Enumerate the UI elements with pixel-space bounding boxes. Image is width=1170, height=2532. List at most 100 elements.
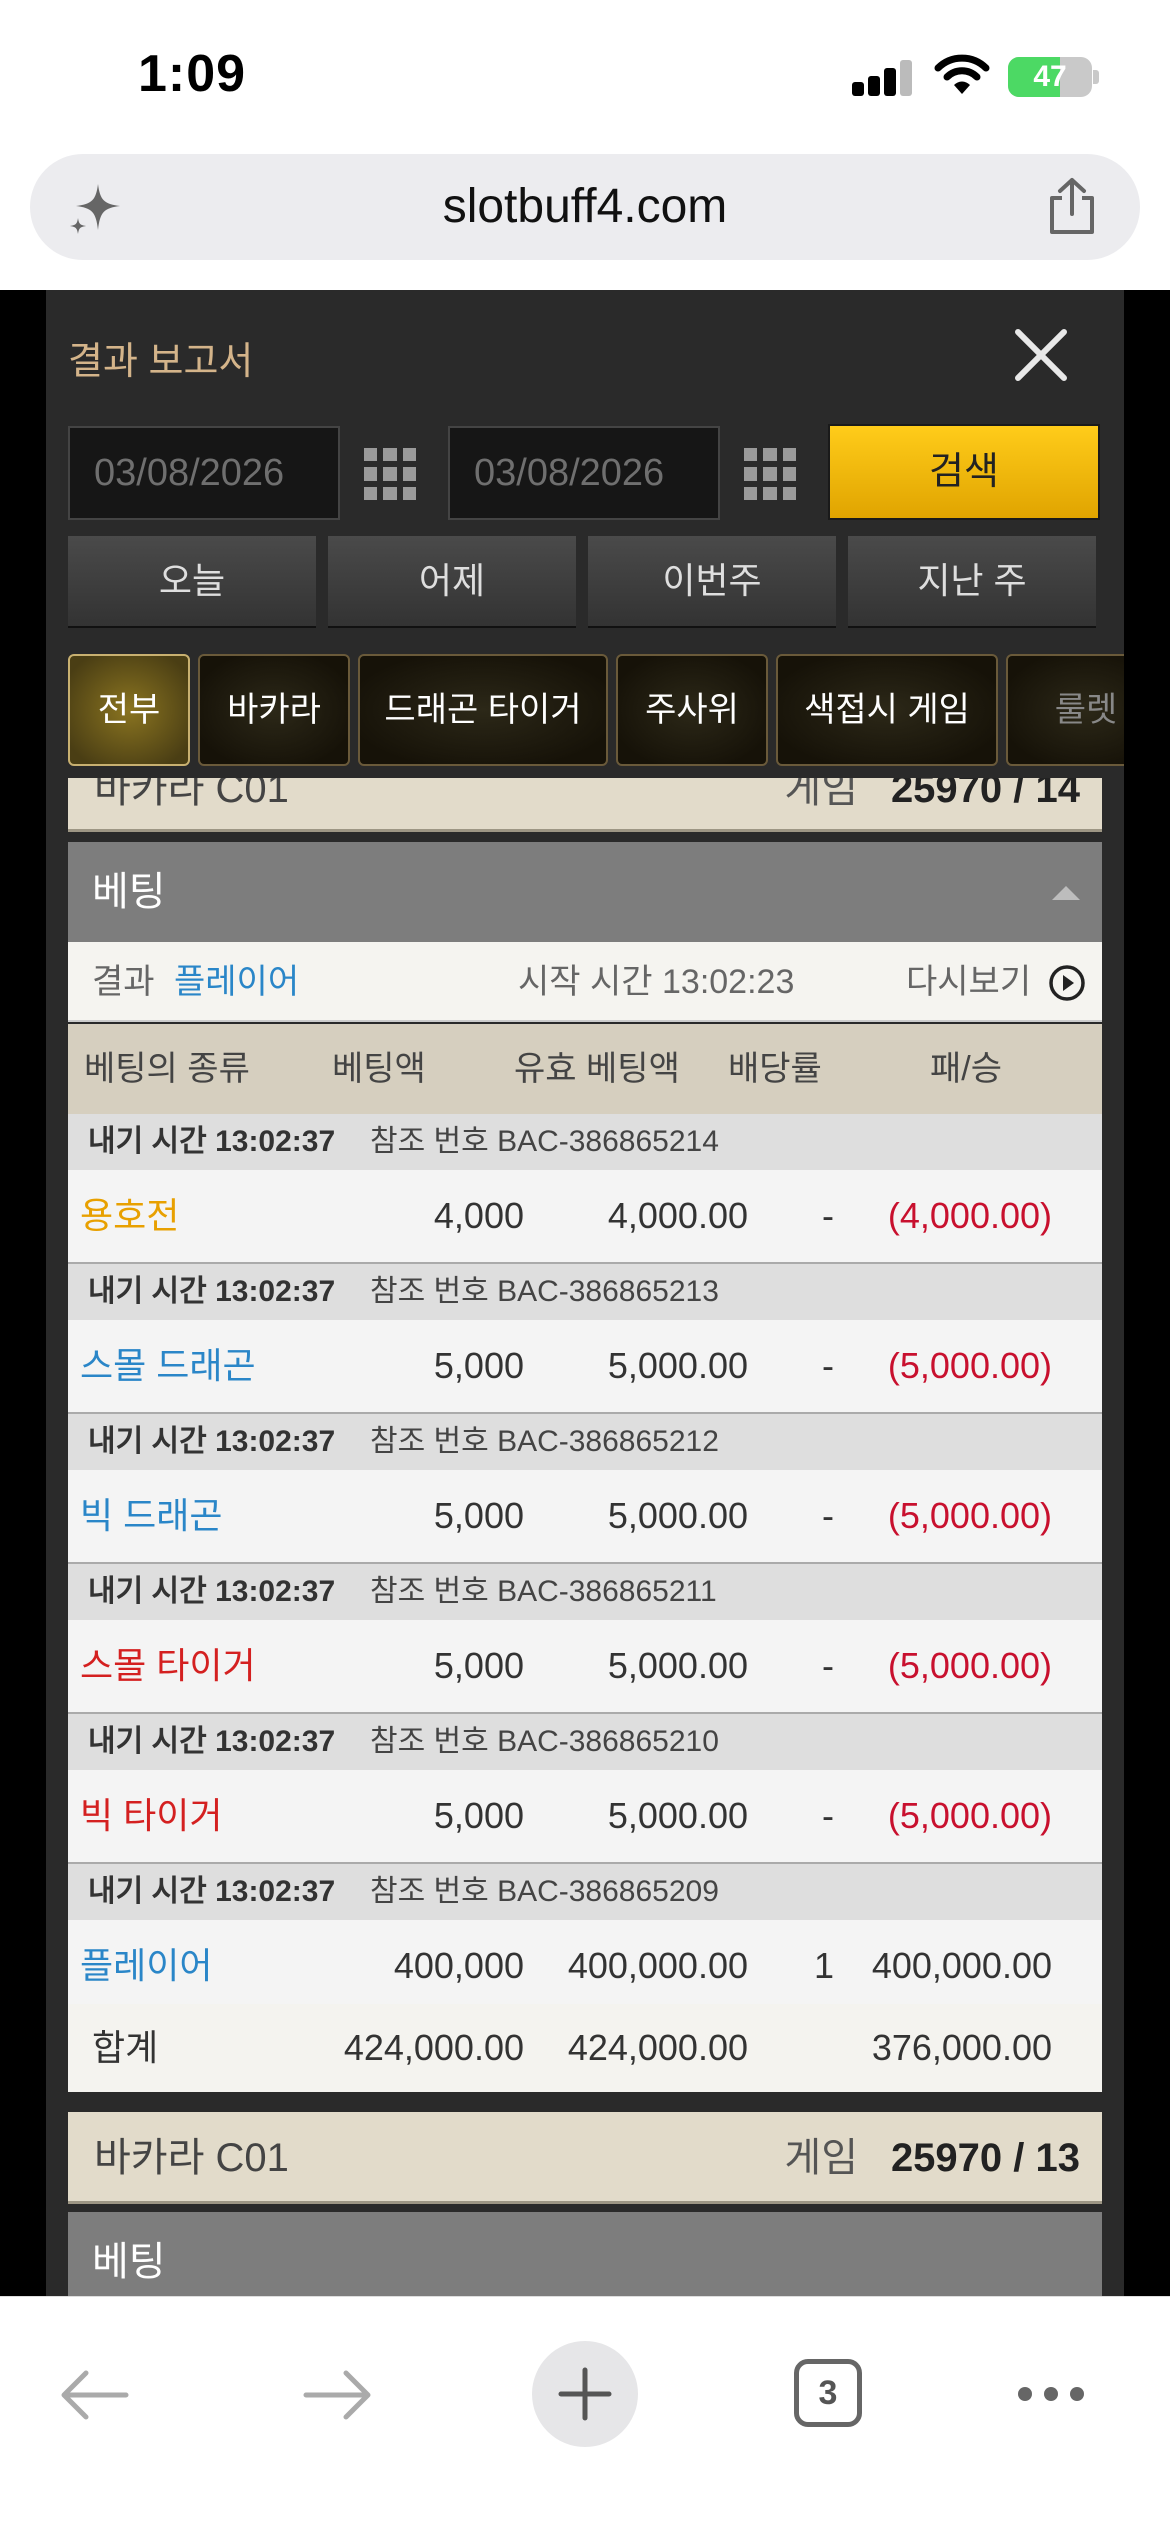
more-icon[interactable] [1016,2383,1086,2405]
col-valid-bet: 유효 베팅액 [514,1050,680,1088]
web-page: 결과 보고서 03/08/2026 03/08/2026 검색 오늘 어제 이번… [0,290,1170,2296]
bet-ref-number: 참조 번호 BAC-386865213 [370,1275,719,1308]
period-today-button[interactable]: 오늘 [68,536,316,628]
valid-bet: 5,000.00 [607,1645,748,1686]
date-to-input[interactable]: 03/08/2026 [448,426,720,520]
bet-time: 내기 시간 13:02:37 [88,1875,336,1908]
bet-ref-number: 참조 번호 BAC-386865214 [370,1125,719,1158]
new-tab-button[interactable] [532,2341,638,2447]
tab-color-dish[interactable]: 색접시 게임 [776,654,998,766]
bet-ref-row: 내기 시간 13:02:37 참조 번호 BAC-386865211 [68,1564,1102,1620]
valid-bet: 5,000.00 [607,1495,748,1536]
category-tabs: 전부 바카라 드래곤 타이거 주사위 색접시 게임 룰렛 [68,650,1124,768]
total-valid: 424,000.00 [567,2027,748,2068]
game-name: 바카라 C01 [94,778,289,811]
betting-section-title: 베팅 [92,870,166,914]
win-loss: (5,000.00) [887,1495,1052,1536]
tab-dragon-tiger[interactable]: 드래곤 타이거 [358,654,608,766]
betting-section-header[interactable]: 베팅 [68,842,1102,942]
share-icon[interactable] [1044,176,1100,236]
period-last-week-button[interactable]: 지난 주 [848,536,1096,628]
odds: - [822,1195,834,1236]
bet-type: 플레이어 [80,1945,213,1986]
bet-amount: 5,000 [433,1345,524,1386]
period-this-week-button[interactable]: 이번주 [588,536,836,628]
bet-time: 내기 시간 13:02:37 [88,1275,336,1308]
table-row: 스몰 드래곤 5,000 5,000.00 - (5,000.00) [68,1320,1102,1414]
table-row: 빅 타이거 5,000 5,000.00 - (5,000.00) [68,1770,1102,1864]
address-bar[interactable]: slotbuff4.com [30,154,1140,260]
game-label: 게임 [784,2136,858,2180]
tab-roulette[interactable]: 룰렛 [1006,654,1124,766]
result-report-modal: 결과 보고서 03/08/2026 03/08/2026 검색 오늘 어제 이번… [46,290,1124,2296]
bet-type: 빅 타이거 [80,1795,223,1836]
bet-ref-row: 내기 시간 13:02:37 참조 번호 BAC-386865212 [68,1414,1102,1470]
url-text[interactable]: slotbuff4.com [30,154,1140,260]
col-odds: 배당률 [728,1050,822,1088]
bet-ref-row: 내기 시간 13:02:37 참조 번호 BAC-386865210 [68,1714,1102,1770]
date-from-input[interactable]: 03/08/2026 [68,426,340,520]
report-content: 바카라 C01 게임 25970 / 14 베팅 결과 플레이어 시작 시간 1… [68,778,1102,2296]
game-name: 바카라 C01 [94,2136,289,2180]
browser-toolbar: 3 [0,2296,1170,2532]
tab-baccarat[interactable]: 바카라 [198,654,350,766]
total-row: 합계 424,000.00 424,000.00 376,000.00 [68,2004,1102,2092]
back-arrow-icon[interactable] [58,2369,130,2421]
valid-bet: 4,000.00 [607,1195,748,1236]
game-header: 바카라 C01 게임 25970 / 13 [68,2112,1102,2204]
bet-amount: 5,000 [433,1795,524,1836]
total-amount: 424,000.00 [343,2027,524,2068]
win-loss: 400,000.00 [871,1945,1052,1986]
cellular-signal-icon [852,60,914,96]
bet-ref-row: 내기 시간 13:02:37 참조 번호 BAC-386865214 [68,1114,1102,1170]
calendar-grid-icon[interactable] [364,448,416,500]
valid-bet: 5,000.00 [607,1795,748,1836]
status-time: 1:09 [138,45,247,103]
bet-type: 스몰 타이거 [80,1645,256,1686]
bet-type: 스몰 드래곤 [80,1345,256,1386]
caret-up-icon[interactable] [1052,886,1080,900]
betting-section-header[interactable]: 베팅 [68,2212,1102,2296]
plus-icon [558,2367,612,2421]
tab-all[interactable]: 전부 [68,654,190,766]
bet-time: 내기 시간 13:02:37 [88,1725,336,1758]
search-button[interactable]: 검색 [828,424,1100,520]
bet-ref-number: 참조 번호 BAC-386865210 [370,1725,719,1758]
bet-ref-number: 참조 번호 BAC-386865211 [370,1575,717,1608]
modal-title: 결과 보고서 [68,341,254,383]
bet-ref-number: 참조 번호 BAC-386865212 [370,1425,719,1458]
bet-type: 용호전 [80,1195,180,1236]
col-bet-amount: 베팅액 [332,1050,426,1088]
bet-ref-number: 참조 번호 BAC-386865209 [370,1875,719,1908]
calendar-grid-icon[interactable] [744,448,796,500]
tabs-button[interactable]: 3 [794,2359,862,2427]
odds: - [822,1645,834,1686]
play-circle-icon[interactable] [1048,964,1086,1002]
bet-amount: 5,000 [433,1645,524,1686]
total-result: 376,000.00 [871,2027,1052,2068]
betting-section-title: 베팅 [92,2240,166,2284]
wifi-icon [934,54,990,94]
period-yesterday-button[interactable]: 어제 [328,536,576,628]
game-number: 25970 / 14 [890,778,1080,811]
result-value: 플레이어 [174,963,300,1001]
status-bar: 1:09 47 [0,0,1170,150]
replay-link[interactable]: 다시보기 [906,942,1031,1022]
bet-time: 내기 시간 13:02:37 [88,1425,336,1458]
table-header: 베팅의 종류 베팅액 유효 베팅액 배당률 패/승 [68,1024,1102,1114]
win-loss: (5,000.00) [887,1345,1052,1386]
forward-arrow-icon[interactable] [302,2369,374,2421]
table-row: 용호전 4,000 4,000.00 - (4,000.00) [68,1170,1102,1264]
bet-time: 내기 시간 13:02:37 [88,1125,336,1158]
close-icon[interactable] [1006,320,1076,390]
game-number: 25970 / 13 [890,2136,1080,2180]
bet-amount: 5,000 [433,1495,524,1536]
bet-ref-row: 내기 시간 13:02:37 참조 번호 BAC-386865213 [68,1264,1102,1320]
valid-bet: 400,000.00 [567,1945,748,1986]
win-loss: (5,000.00) [887,1645,1052,1686]
tab-sicbo[interactable]: 주사위 [616,654,768,766]
total-label: 합계 [92,2027,159,2068]
bet-amount: 4,000 [433,1195,524,1236]
table-row: 플레이어 400,000 400,000.00 1 400,000.00 [68,1920,1102,2014]
valid-bet: 5,000.00 [607,1345,748,1386]
